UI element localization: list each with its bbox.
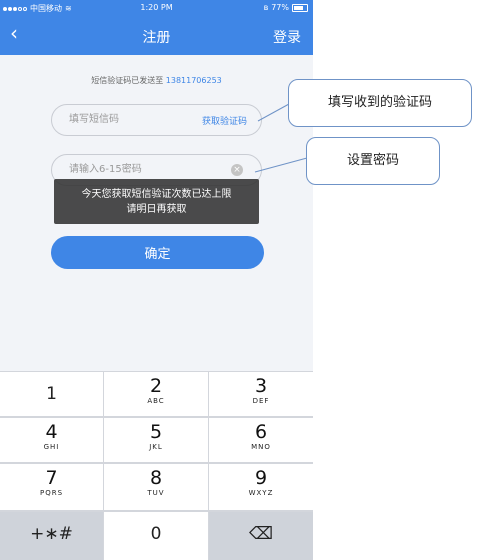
phone-number: 13811706253 <box>165 76 222 85</box>
status-right: ʙ 77% <box>264 3 308 12</box>
backspace-icon: ⌫ <box>248 524 274 544</box>
key-6[interactable]: 6 MNO <box>209 418 313 462</box>
code-sent-notice: 短信验证码已发送至 13811706253 <box>0 75 313 86</box>
clear-icon[interactable]: × <box>231 164 243 176</box>
key-3-letters: DEF <box>252 397 270 405</box>
toast-line-1: 今天您获取短信验证次数已达上限 <box>81 189 232 200</box>
key-4[interactable]: 4 GHI <box>0 418 103 462</box>
key-symbols[interactable]: +∗# <box>0 512 103 560</box>
key-9-digit: 9 <box>254 467 268 489</box>
key-0-digit: 0 <box>150 524 162 544</box>
key-2[interactable]: 2 ABC <box>104 372 208 416</box>
nav-bar: ‹ 注册 登录 <box>0 16 313 55</box>
toast-line-2: 请明日再获取 <box>126 204 187 215</box>
page-title: 注册 <box>142 30 171 46</box>
key-9-letters: WXYZ <box>248 489 274 497</box>
key-8-digit: 8 <box>149 467 163 489</box>
key-7[interactable]: 7 PQRS <box>0 464 103 510</box>
toast-message: 今天您获取短信验证次数已达上限 请明日再获取 <box>54 179 259 224</box>
password-callout: 设置密码 <box>306 137 440 185</box>
key-symbols-label: +∗# <box>30 524 73 544</box>
key-4-letters: GHI <box>43 443 60 451</box>
key-7-letters: PQRS <box>39 489 64 497</box>
sms-code-field[interactable]: 获取验证码 <box>51 104 262 136</box>
key-5-letters: JKL <box>149 443 163 451</box>
sms-code-input[interactable] <box>67 113 191 126</box>
key-2-letters: ABC <box>147 397 165 405</box>
key-1-digit: 1 <box>46 384 57 404</box>
key-6-letters: MNO <box>251 443 271 451</box>
key-9[interactable]: 9 WXYZ <box>209 464 313 510</box>
key-5-digit: 5 <box>149 421 163 443</box>
sms-code-callout: 填写收到的验证码 <box>288 79 472 127</box>
key-3-digit: 3 <box>254 375 268 397</box>
key-2-digit: 2 <box>149 375 163 397</box>
battery-fill <box>294 5 303 10</box>
numeric-keypad: 1 2 ABC 3 DEF 4 GHI 5 JKL 6 MNO 7 PQRS 8 <box>0 371 313 560</box>
key-8-letters: TUV <box>147 489 165 497</box>
key-1[interactable]: 1 <box>0 372 103 416</box>
bluetooth-icon: ʙ <box>263 3 269 12</box>
key-7-digit: 7 <box>45 467 58 489</box>
code-sent-prefix: 短信验证码已发送至 <box>91 76 164 85</box>
password-input[interactable] <box>67 163 191 176</box>
key-4-digit: 4 <box>45 421 58 443</box>
key-6-digit: 6 <box>254 421 268 443</box>
login-link[interactable]: 登录 <box>273 27 301 47</box>
key-3[interactable]: 3 DEF <box>209 372 313 416</box>
key-5[interactable]: 5 JKL <box>104 418 208 462</box>
key-8[interactable]: 8 TUV <box>104 464 208 510</box>
delete-key[interactable]: ⌫ <box>209 512 313 560</box>
battery-percent: 77% <box>271 3 289 12</box>
get-code-button[interactable]: 获取验证码 <box>202 114 247 127</box>
battery-icon <box>292 3 308 12</box>
key-0[interactable]: 0 <box>104 512 208 560</box>
phone-screen: 中国移动 ≋ 1:20 PM ʙ 77% ‹ 注册 登录 短信验证码已发送至 1… <box>0 0 313 560</box>
status-bar: 中国移动 ≋ 1:20 PM ʙ 77% <box>0 0 313 16</box>
confirm-button[interactable]: 确定 <box>51 236 264 269</box>
